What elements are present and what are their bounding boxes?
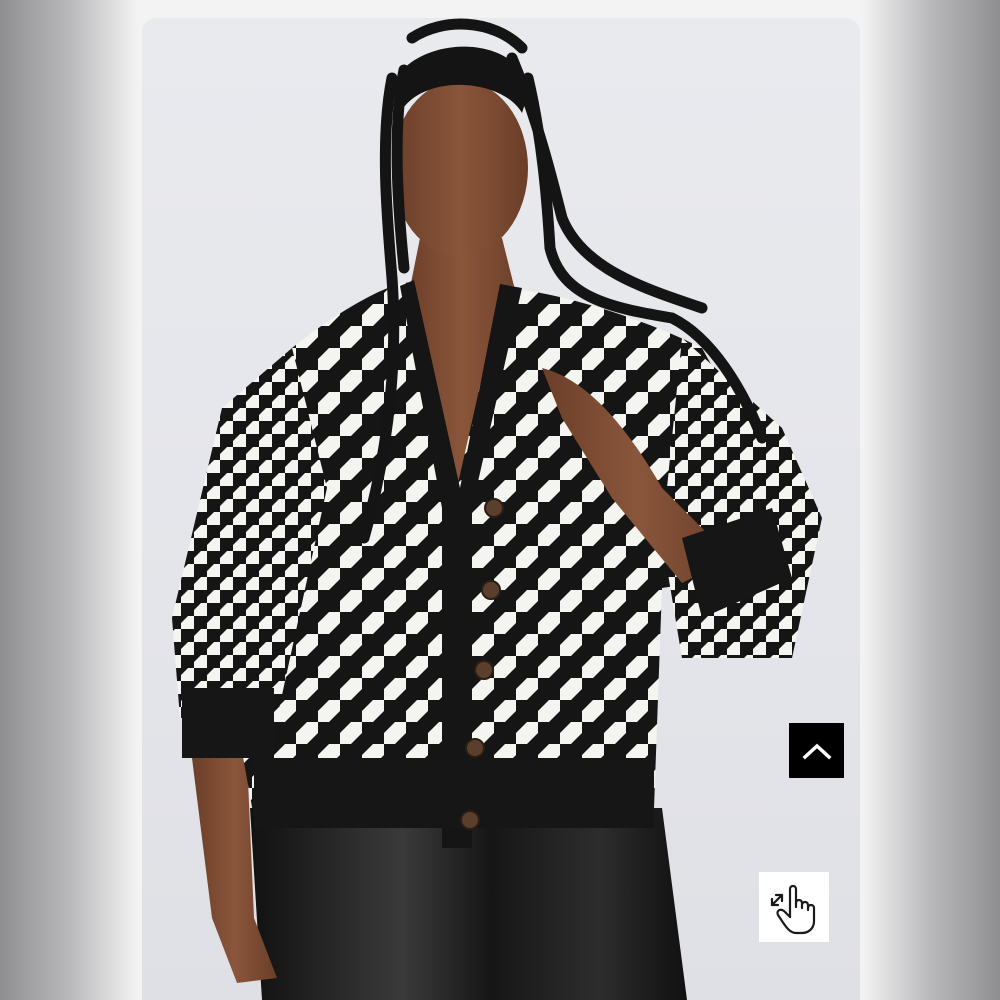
- hem-rib: [254, 758, 654, 828]
- product-image-frame[interactable]: [142, 18, 860, 1000]
- product-photo: [172, 18, 822, 1000]
- pinch-zoom-hand-icon: [770, 884, 816, 935]
- zoom-button[interactable]: [759, 872, 829, 942]
- face: [392, 80, 528, 256]
- chevron-up-icon: [802, 743, 831, 759]
- back-to-top-button[interactable]: [789, 723, 844, 778]
- product-gallery-page: [0, 0, 1000, 1000]
- left-cuff: [182, 688, 274, 758]
